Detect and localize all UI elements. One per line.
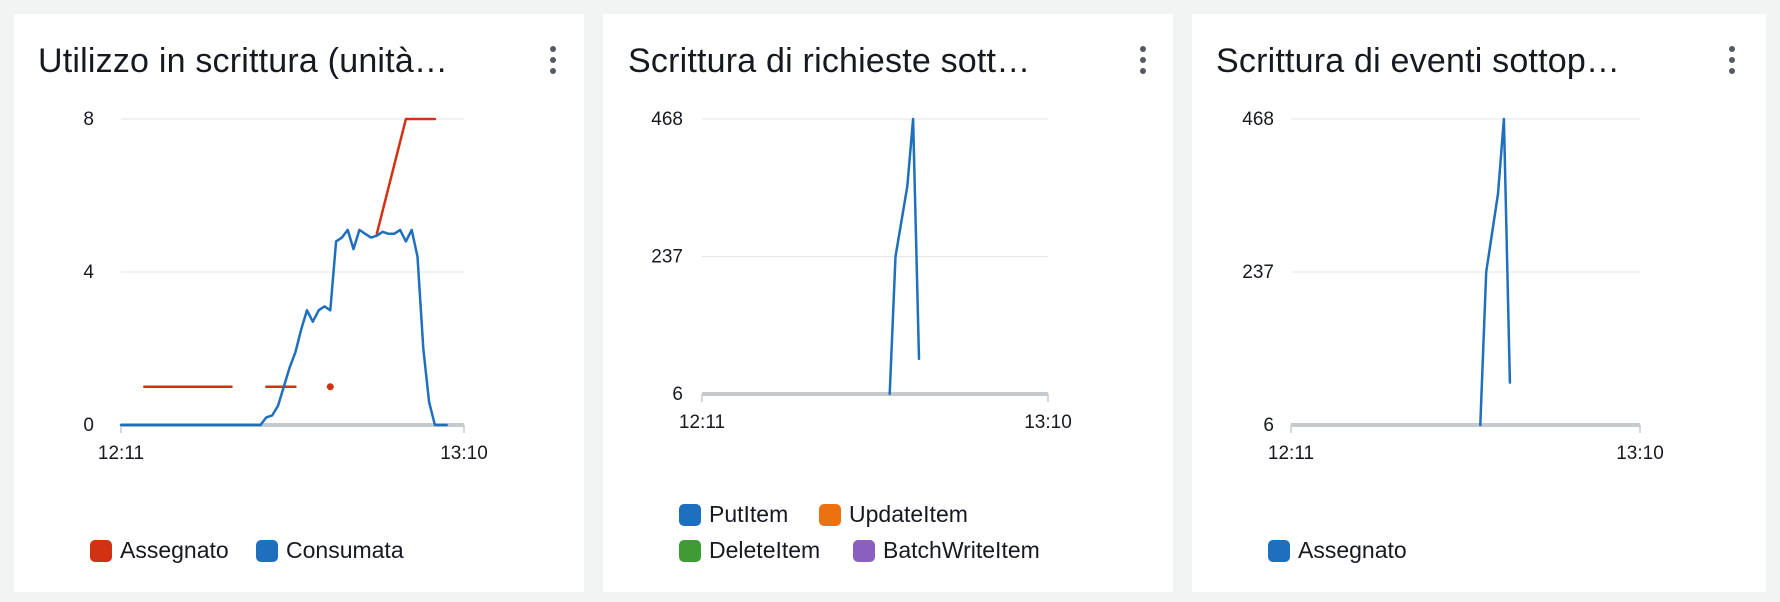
x-tick-label: 13:10	[1616, 443, 1664, 464]
x-tick-label: 12:11	[1268, 443, 1314, 464]
widget-write-requests: Scrittura di richieste sott… 6 237 468 12:1…	[603, 14, 1173, 592]
y-tick-label: 237	[1242, 262, 1274, 283]
y-tick-label: 8	[83, 109, 94, 130]
x-tick-label: 13:10	[440, 443, 488, 464]
widget-write-usage: Utilizzo in scrittura (unità… 0 4 8 12:11 13…	[14, 14, 584, 592]
legend-label: Consumata	[286, 537, 404, 563]
dashboard: Utilizzo in scrittura (unità… 0 4 8 12:11 13…	[0, 0, 1780, 602]
legend-swatch	[256, 539, 278, 562]
x-tick-label: 13:10	[1024, 412, 1072, 433]
legend-item[interactable]: PutItem	[679, 501, 788, 528]
legend-swatch	[679, 503, 701, 526]
legend-label: PutItem	[709, 501, 789, 527]
y-tick-label: 4	[83, 262, 94, 283]
x-tick-label: 12:11	[679, 412, 725, 433]
legend-label: DeleteItem	[709, 537, 821, 563]
legend-item[interactable]: DeleteItem	[679, 537, 820, 564]
legend-label: BatchWriteItem	[883, 537, 1040, 563]
y-tick-label: 0	[83, 415, 94, 436]
legend-label: Assegnato	[1298, 537, 1407, 563]
data-point	[326, 383, 334, 391]
y-tick-label: 237	[651, 247, 683, 268]
y-tick-label: 468	[651, 109, 683, 130]
series-line	[119, 228, 448, 427]
series-line	[375, 117, 437, 236]
legend-label: UpdateItem	[849, 501, 968, 527]
x-tick-label: 12:11	[98, 443, 144, 464]
legend-swatch	[853, 539, 875, 562]
widget-write-events: Scrittura di eventi sottop… 6 237 468 12:11…	[1192, 14, 1766, 592]
legend-swatch	[819, 503, 841, 526]
legend-item[interactable]: Assegnato	[90, 537, 229, 564]
legend-swatch	[90, 539, 112, 562]
y-tick-label: 468	[1242, 109, 1274, 130]
line-chart: 6 237 468 12:11 13:10	[1242, 109, 1664, 464]
legend-item[interactable]: Assegnato	[1268, 537, 1407, 564]
y-tick-label: 6	[672, 384, 683, 405]
legend-item[interactable]: BatchWriteItem	[853, 537, 1040, 564]
legend-swatch	[679, 539, 701, 562]
legend-label: Assegnato	[120, 537, 229, 563]
legend-item[interactable]: Consumata	[256, 537, 404, 564]
legend-swatch	[1268, 539, 1290, 562]
legend-item[interactable]: UpdateItem	[819, 501, 968, 528]
y-tick-label: 6	[1263, 415, 1274, 436]
line-chart: 0 4 8 12:11 13:10	[83, 109, 488, 464]
